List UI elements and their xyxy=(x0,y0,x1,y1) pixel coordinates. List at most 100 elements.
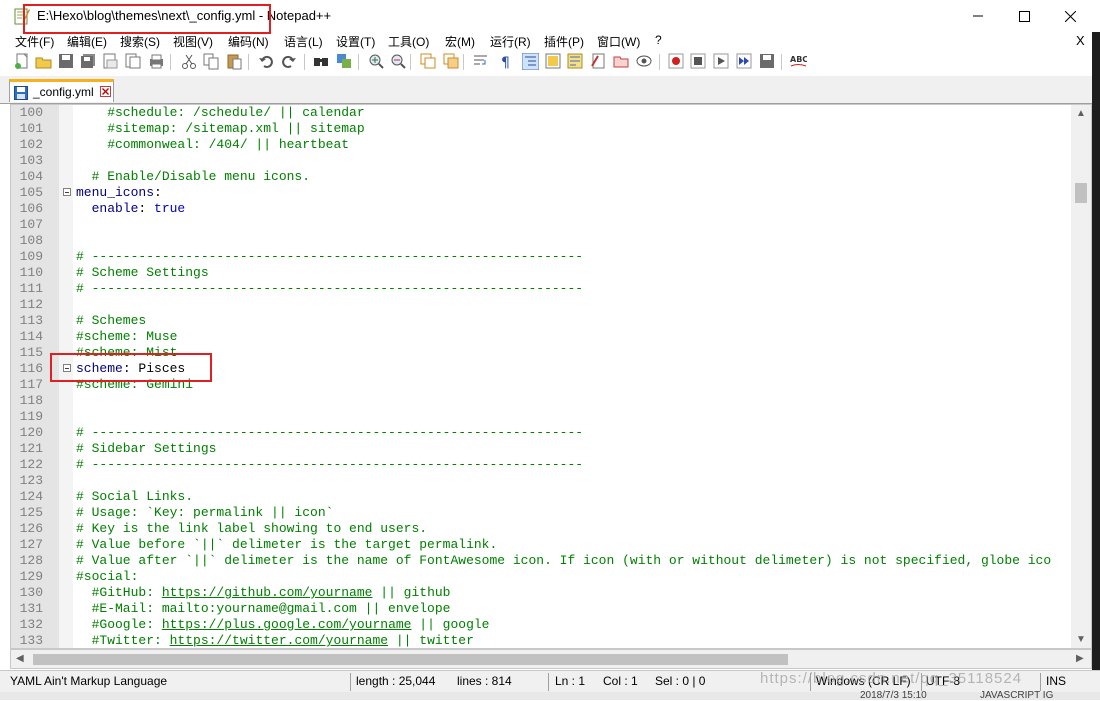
code-line[interactable]: 105 menu_icons: xyxy=(11,185,1071,201)
code-line[interactable]: 123 xyxy=(11,473,1071,489)
code-line[interactable]: 113 # Schemes xyxy=(11,313,1071,329)
sync-horizontal-icon[interactable] xyxy=(443,53,460,70)
redo-icon[interactable] xyxy=(281,53,298,70)
code-line[interactable]: 127 # Value before `||` delimeter is the … xyxy=(11,537,1071,553)
horizontal-scrollbar[interactable]: ◀ ▶ xyxy=(10,649,1092,669)
code-line[interactable]: 129 #social: xyxy=(11,569,1071,585)
code-line[interactable]: 112 xyxy=(11,297,1071,313)
zoom-in-icon[interactable] xyxy=(368,53,385,70)
menu-file[interactable]: 文件(F) xyxy=(15,33,54,50)
menu-encoding[interactable]: 编码(N) xyxy=(228,33,269,50)
code-line[interactable]: 117 #scheme: Gemini xyxy=(11,377,1071,393)
code-line[interactable]: 122 # -----------------------------------… xyxy=(11,457,1071,473)
code-line[interactable]: 114 #scheme: Muse xyxy=(11,329,1071,345)
code-line[interactable]: 107 xyxy=(11,217,1071,233)
menu-view[interactable]: 视图(V) xyxy=(173,33,213,50)
menu-language[interactable]: 语言(L) xyxy=(284,33,323,50)
code-line[interactable]: 111 # -----------------------------------… xyxy=(11,281,1071,297)
code-line[interactable]: 121 # Sidebar Settings xyxy=(11,441,1071,457)
url-link[interactable]: https://github.com/yourname xyxy=(162,585,373,600)
tab-close-icon[interactable] xyxy=(100,86,111,97)
menu-plugins[interactable]: 插件(P) xyxy=(544,33,584,50)
close-icon[interactable] xyxy=(102,53,119,70)
scroll-down-arrow-icon[interactable]: ▼ xyxy=(1076,634,1086,645)
save-all-icon[interactable] xyxy=(80,53,97,70)
save-macro-icon[interactable] xyxy=(759,53,776,70)
play-macro-icon[interactable] xyxy=(713,53,730,70)
code-line[interactable]: 104 # Enable/Disable menu icons. xyxy=(11,169,1071,185)
folder-workspace-icon[interactable] xyxy=(613,53,630,70)
code-line[interactable]: 103 xyxy=(11,153,1071,169)
code-line[interactable]: 128 # Value after `||` delimeter is the n… xyxy=(11,553,1071,569)
menu-window[interactable]: 窗口(W) xyxy=(597,33,640,50)
code-line[interactable]: 102 #commonweal: /404/ || heartbeat xyxy=(11,137,1071,153)
menu-run[interactable]: 运行(R) xyxy=(490,33,531,50)
cut-icon[interactable] xyxy=(181,53,198,70)
code-line[interactable]: 125 # Usage: `Key: permalink || icon` xyxy=(11,505,1071,521)
undo-icon[interactable] xyxy=(258,53,275,70)
monitor-icon[interactable] xyxy=(636,53,653,70)
menu-edit[interactable]: 编辑(E) xyxy=(67,33,107,50)
replace-icon[interactable] xyxy=(336,53,353,70)
print-icon[interactable] xyxy=(148,53,165,70)
code-line[interactable]: 100 #schedule: /schedule/ || calendar xyxy=(11,105,1071,121)
spell-check-icon[interactable]: ABC xyxy=(790,53,807,70)
url-link[interactable]: https://plus.google.com/yourname xyxy=(162,617,412,632)
editor-area[interactable]: 100 #schedule: /schedule/ || calendar 101… xyxy=(10,104,1092,649)
code-line[interactable]: 116 scheme: Pisces xyxy=(11,361,1071,377)
stop-macro-icon[interactable] xyxy=(690,53,707,70)
fold-toggle-icon[interactable] xyxy=(63,188,71,196)
code-line[interactable]: 126 # Key is the link label showing to en… xyxy=(11,521,1071,537)
code-line[interactable]: 130 #GitHub: https://github.com/yourname… xyxy=(11,585,1071,601)
code-line[interactable]: 133 #Twitter: https://twitter.com/yourna… xyxy=(11,633,1071,648)
new-file-icon[interactable] xyxy=(14,53,31,70)
code-line[interactable]: 132 #Google: https://plus.google.com/you… xyxy=(11,617,1071,633)
scroll-right-arrow-icon[interactable]: ▶ xyxy=(1076,653,1084,664)
scroll-left-arrow-icon[interactable]: ◀ xyxy=(16,653,24,664)
code-line[interactable]: 109 # -----------------------------------… xyxy=(11,249,1071,265)
run-multiple-macro-icon[interactable] xyxy=(736,53,753,70)
copy-icon[interactable] xyxy=(203,53,220,70)
indent-guide-icon[interactable] xyxy=(522,53,539,70)
fold-toggle-icon[interactable] xyxy=(63,364,71,372)
find-icon[interactable] xyxy=(313,53,330,70)
code-line[interactable]: 119 xyxy=(11,409,1071,425)
user-language-icon[interactable] xyxy=(545,53,562,70)
menu-search[interactable]: 搜索(S) xyxy=(120,33,160,50)
toolbar-separator xyxy=(358,54,359,70)
doc-map-icon[interactable] xyxy=(567,53,584,70)
sync-vertical-icon[interactable] xyxy=(420,53,437,70)
vertical-scrollbar[interactable]: ▲ ▼ xyxy=(1071,105,1091,648)
menu-tools[interactable]: 工具(O) xyxy=(388,33,429,50)
function-list-icon[interactable] xyxy=(590,53,607,70)
code-line[interactable]: 124 # Social Links. xyxy=(11,489,1071,505)
url-link[interactable]: https://twitter.com/yourname xyxy=(170,633,388,648)
code-line[interactable]: 108 xyxy=(11,233,1071,249)
show-all-chars-icon[interactable]: ¶ xyxy=(497,53,514,70)
save-icon[interactable] xyxy=(58,53,75,70)
open-file-icon[interactable] xyxy=(35,53,52,70)
menu-settings[interactable]: 设置(T) xyxy=(336,33,375,50)
minimize-button[interactable] xyxy=(955,0,1001,32)
code-line[interactable]: 101 #sitemap: /sitemap.xml || sitemap xyxy=(11,121,1071,137)
code-line[interactable]: 115 #scheme: Mist xyxy=(11,345,1071,361)
code-line[interactable]: 131 #E-Mail: mailto:yourname@gmail.com |… xyxy=(11,601,1071,617)
maximize-button[interactable] xyxy=(1001,0,1047,32)
close-all-icon[interactable] xyxy=(125,53,142,70)
code-line[interactable]: 110 # Scheme Settings xyxy=(11,265,1071,281)
code-line[interactable]: 106 enable: true xyxy=(11,201,1071,217)
code-line[interactable]: 118 xyxy=(11,393,1071,409)
scroll-up-arrow-icon[interactable]: ▲ xyxy=(1076,108,1086,119)
tab-config-yml[interactable]: _config.yml xyxy=(9,79,114,102)
close-document-button[interactable]: X xyxy=(1076,33,1085,48)
vertical-scroll-thumb[interactable] xyxy=(1075,183,1087,203)
code-line[interactable]: 120 # -----------------------------------… xyxy=(11,425,1071,441)
menu-help[interactable]: ? xyxy=(655,33,662,47)
horizontal-scroll-thumb[interactable] xyxy=(33,654,788,665)
zoom-out-icon[interactable] xyxy=(390,53,407,70)
paste-icon[interactable] xyxy=(226,53,243,70)
record-macro-icon[interactable] xyxy=(668,53,685,70)
menu-macro[interactable]: 宏(M) xyxy=(445,33,475,50)
close-window-button[interactable] xyxy=(1047,0,1093,32)
word-wrap-icon[interactable] xyxy=(473,53,490,70)
